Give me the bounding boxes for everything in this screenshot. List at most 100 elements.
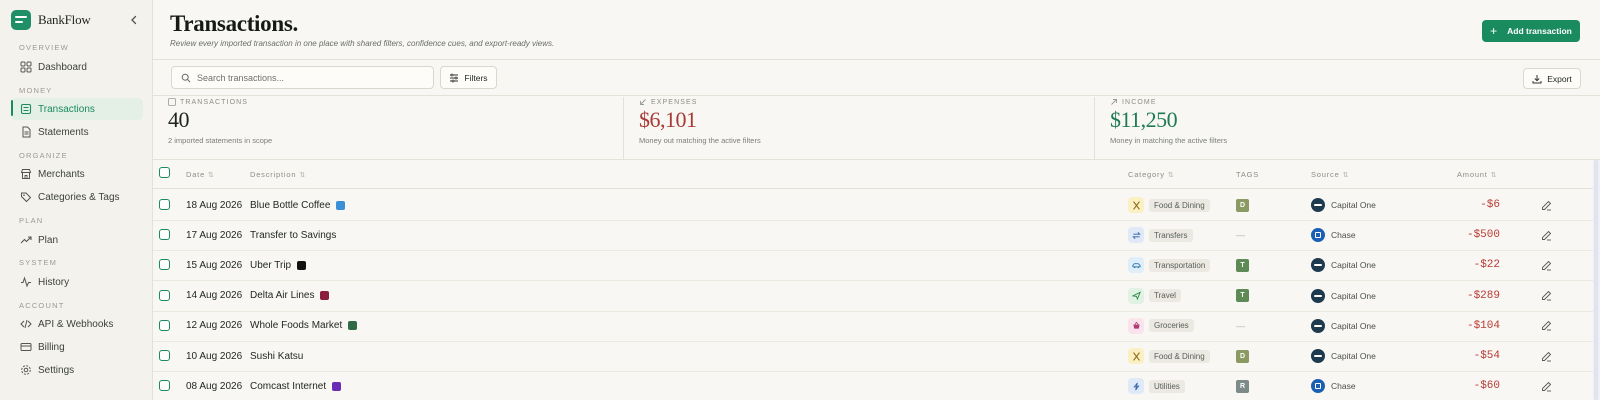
chevron-left-icon[interactable] (127, 13, 141, 27)
stat-label-text: INCOME (1122, 98, 1157, 106)
tag-badge[interactable]: R (1236, 379, 1249, 393)
row-description[interactable]: Comcast Internet (250, 371, 342, 400)
table-row[interactable]: 17 Aug 2026 Transfer to Savings Transfer… (153, 220, 1593, 252)
stat-value: $11,250 (1110, 107, 1178, 132)
sidebar-item-settings[interactable]: Settings (11, 359, 143, 381)
description-text: Blue Bottle Coffee (250, 199, 331, 211)
sidebar-item-label: Transactions (38, 103, 95, 115)
row-checkbox[interactable] (159, 199, 170, 210)
edit-icon[interactable] (1541, 341, 1552, 371)
list-icon (168, 98, 176, 106)
sidebar-item-api-webhooks[interactable]: API & Webhooks (11, 313, 143, 335)
row-category[interactable]: Travel (1128, 281, 1181, 311)
sidebar-item-billing[interactable]: Billing (11, 336, 143, 358)
page-subtitle: Review every imported transaction in one… (170, 39, 555, 48)
row-amount: -$500 (1466, 229, 1500, 242)
edit-icon[interactable] (1541, 190, 1552, 220)
merchant-logo-icon (348, 321, 358, 331)
row-category[interactable]: Transfers (1128, 220, 1193, 250)
filter-sliders-icon (450, 73, 459, 82)
row-amount: -$54 (1473, 350, 1500, 362)
column-category[interactable]: Category ⇅ (1128, 170, 1175, 179)
sidebar-item-categories-tags[interactable]: Categories & Tags (11, 186, 143, 208)
row-category[interactable]: Utilities (1128, 371, 1185, 400)
column-tags: TAGS (1236, 170, 1259, 179)
stat-divider (623, 97, 624, 160)
utensils-icon (1128, 348, 1144, 364)
row-checkbox[interactable] (159, 289, 170, 301)
edit-icon[interactable] (1541, 250, 1552, 280)
plus-icon: + (1490, 24, 1498, 38)
tag-badge[interactable]: T (1236, 289, 1249, 303)
add-transaction-button[interactable]: + Add transaction (1482, 20, 1580, 42)
table-row[interactable]: 18 Aug 2026 Blue Bottle Coffee Food & Di… (153, 190, 1593, 221)
basket-icon (1128, 317, 1144, 334)
header-divider (153, 59, 1600, 60)
description-text: Sushi Katsu (250, 350, 304, 362)
sidebar-item-history[interactable]: History (11, 271, 143, 293)
sidebar-item-plan[interactable]: Plan (11, 229, 143, 251)
sidebar-item-merchants[interactable]: Merchants (11, 163, 143, 185)
chase-icon (1311, 228, 1325, 243)
row-checkbox[interactable] (159, 319, 170, 331)
tag-badge[interactable]: D (1236, 349, 1249, 363)
edit-icon[interactable] (1541, 371, 1552, 400)
filters-label: Filters (464, 72, 488, 83)
row-checkbox[interactable] (159, 350, 170, 361)
sidebar-item-label: History (38, 276, 70, 288)
sidebar-item-transactions[interactable]: Transactions (11, 98, 143, 120)
list-icon (20, 103, 32, 115)
brand[interactable]: BankFlow (11, 10, 141, 30)
row-description[interactable]: Sushi Katsu (250, 341, 303, 371)
row-amount: -$60 (1473, 380, 1500, 393)
export-button[interactable]: Export (1523, 68, 1581, 89)
stat-label-text: TRANSACTIONS (180, 98, 249, 106)
merchant-logo-icon (320, 291, 330, 301)
column-source[interactable]: Source ⇅ (1311, 170, 1349, 179)
search-input[interactable] (197, 72, 427, 83)
row-category[interactable]: Food & Dining (1128, 341, 1210, 371)
stat-label-text: EXPENSES (651, 98, 698, 106)
stat-income: INCOME $11,250 Money in matching the act… (1110, 98, 1227, 160)
table-row[interactable]: 15 Aug 2026 Uber Trip Transportation T C… (153, 250, 1593, 282)
filters-button[interactable]: Filters (440, 66, 497, 89)
row-checkbox[interactable] (159, 259, 170, 271)
row-description[interactable]: Whole Foods Market (250, 311, 358, 341)
row-category[interactable]: Groceries (1128, 311, 1194, 341)
row-checkbox[interactable] (159, 229, 170, 241)
search-box[interactable] (171, 66, 434, 89)
category-pill: Food & Dining (1149, 198, 1210, 212)
tag-badge[interactable]: D (1236, 198, 1249, 212)
table-row[interactable]: 10 Aug 2026 Sushi Katsu Food & Dining D … (153, 341, 1593, 372)
row-description[interactable]: Blue Bottle Coffee (250, 190, 346, 220)
row-category[interactable]: Food & Dining (1128, 190, 1210, 220)
edit-icon[interactable] (1541, 311, 1552, 341)
scrollbar-thumb[interactable] (1594, 160, 1598, 400)
tag-icon (21, 192, 32, 203)
edit-icon[interactable] (1541, 281, 1552, 311)
table-row[interactable]: 08 Aug 2026 Comcast Internet Utilities R… (153, 371, 1593, 400)
row-tags: T (1236, 281, 1249, 311)
row-category[interactable]: Transportation (1128, 250, 1211, 280)
row-description[interactable]: Uber Trip (250, 250, 307, 280)
select-all-checkbox[interactable] (159, 167, 170, 178)
sidebar-item-statements[interactable]: Statements (11, 121, 143, 143)
transfer-icon (1128, 227, 1144, 244)
table-row[interactable]: 12 Aug 2026 Whole Foods Market Groceries… (153, 311, 1593, 342)
active-indicator (11, 100, 13, 116)
column-date[interactable]: Date ⇅ (186, 170, 215, 179)
tag-badge[interactable]: T (1236, 258, 1249, 272)
arrow-up-right-icon (1111, 99, 1117, 105)
edit-icon[interactable] (1541, 220, 1552, 250)
stat-transactions: TRANSACTIONS 40 2 imported statements in… (168, 98, 272, 160)
column-amount[interactable]: Amount ⇅ (1457, 170, 1497, 179)
table-row[interactable]: 14 Aug 2026 Delta Air Lines Travel T Cap… (153, 281, 1593, 312)
row-checkbox[interactable] (159, 380, 170, 392)
utensils-icon (1128, 197, 1144, 213)
column-description[interactable]: Description ⇅ (250, 170, 306, 179)
row-description[interactable]: Delta Air Lines (250, 281, 330, 311)
row-source: Capital One (1311, 190, 1376, 220)
row-description[interactable]: Transfer to Savings (250, 220, 336, 250)
sidebar-item-dashboard[interactable]: Dashboard (11, 56, 143, 78)
capital-one-icon (1311, 349, 1325, 363)
